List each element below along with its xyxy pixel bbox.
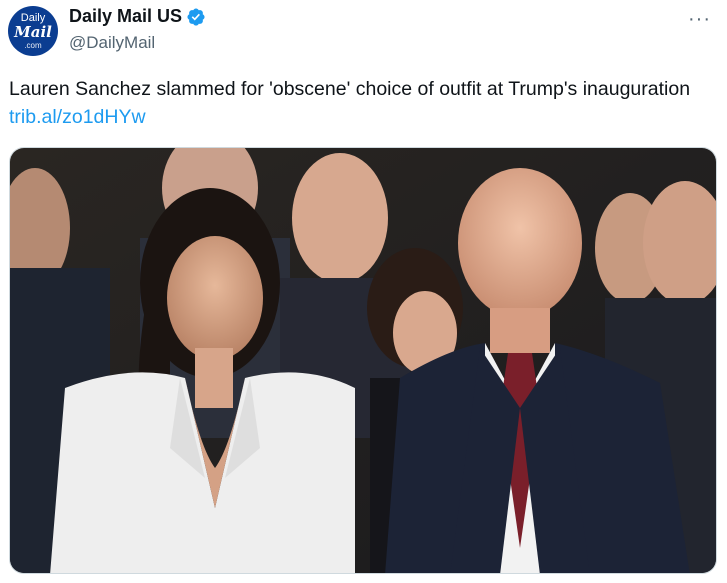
tweet-link[interactable]: trib.al/zo1dHYw <box>9 106 146 128</box>
avatar-text-1: Daily <box>20 11 46 24</box>
tweet-body: Lauren Sanchez slammed for 'obscene' cho… <box>9 78 691 100</box>
tweet-photo[interactable] <box>9 147 717 574</box>
avatar-text-3: .com <box>24 40 42 50</box>
avatar[interactable]: Daily Mail .com <box>8 6 58 56</box>
photo-illustration <box>10 148 716 573</box>
display-name[interactable]: Daily Mail US <box>69 6 182 27</box>
author-row: Daily Mail US <box>69 6 206 27</box>
handle[interactable]: @DailyMail <box>69 33 155 53</box>
tweet-text: Lauren Sanchez slammed for 'obscene' cho… <box>9 75 709 131</box>
more-options-icon[interactable]: ··· <box>688 8 711 31</box>
tweet-card[interactable]: Daily Mail .com Daily Mail US @DailyMail… <box>0 0 727 583</box>
verified-badge-icon <box>187 7 205 26</box>
avatar-text-2: Mail <box>14 22 52 41</box>
